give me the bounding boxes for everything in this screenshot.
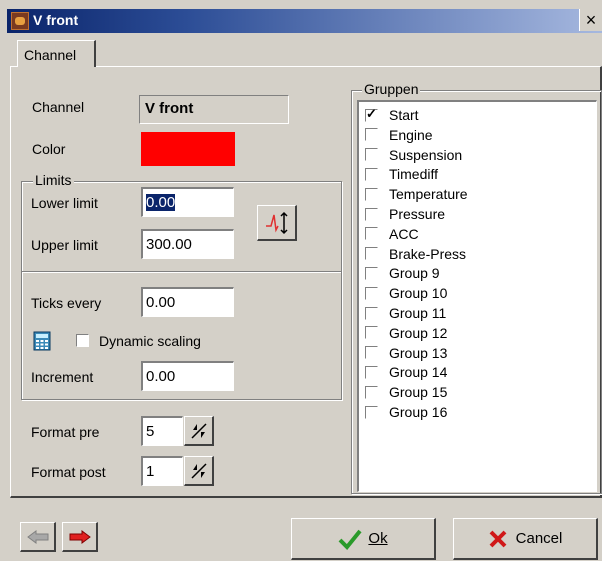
- group-list-item[interactable]: Start: [365, 105, 419, 125]
- close-button[interactable]: ×: [579, 9, 602, 31]
- group-checkbox[interactable]: [365, 326, 378, 340]
- group-label: Group 9: [389, 265, 440, 282]
- group-checkbox[interactable]: [365, 385, 378, 399]
- group-label: ACC: [389, 225, 419, 242]
- group-checkbox[interactable]: [365, 128, 378, 142]
- group-checkbox[interactable]: [365, 207, 378, 221]
- calculator-icon[interactable]: [32, 331, 52, 351]
- channel-label: Channel: [32, 99, 85, 115]
- dynamic-scaling-label: Dynamic scaling: [99, 333, 201, 349]
- stepper-icon: [190, 422, 207, 439]
- group-checkbox[interactable]: [365, 187, 378, 201]
- group-checkbox[interactable]: [365, 405, 378, 419]
- group-list-item[interactable]: Pressure: [365, 204, 445, 224]
- format-post-stepper[interactable]: [184, 456, 214, 486]
- group-label: Suspension: [389, 146, 463, 163]
- groups-title: Gruppen: [362, 81, 421, 97]
- group-label: Brake-Press: [389, 245, 467, 262]
- group-label: Pressure: [389, 206, 446, 222]
- ticks-input[interactable]: 0.00: [141, 287, 234, 317]
- color-swatch[interactable]: [141, 132, 235, 166]
- group-list-item[interactable]: Group 11: [365, 303, 446, 323]
- lower-limit-input[interactable]: 0.00: [141, 187, 234, 217]
- upper-limit-input[interactable]: 300.00: [141, 229, 234, 259]
- group-list-item[interactable]: Group 13: [365, 343, 447, 363]
- checkmark-icon: [338, 529, 362, 550]
- title-bar: V front ×: [7, 9, 602, 33]
- lower-limit-label: Lower limit: [31, 195, 98, 211]
- group-checkbox[interactable]: [365, 346, 378, 360]
- group-checkbox[interactable]: [365, 306, 378, 320]
- group-list-item[interactable]: Engine: [365, 125, 433, 145]
- group-list-item[interactable]: Group 15: [365, 382, 447, 402]
- channel-name-field: V front: [139, 95, 289, 124]
- group-label: Group 13: [389, 344, 448, 361]
- scale-icon: [265, 211, 288, 234]
- group-label: Group 10: [389, 285, 448, 302]
- group-checkbox[interactable]: [365, 148, 378, 162]
- group-label: Group 11: [389, 305, 447, 321]
- format-post-label: Format post: [31, 464, 106, 480]
- group-label: Group 15: [389, 384, 448, 401]
- group-list-item[interactable]: Brake-Press: [365, 244, 466, 264]
- limits-title: Limits: [33, 172, 74, 188]
- window-title: V front: [33, 12, 79, 28]
- group-label: Group 16: [389, 404, 448, 420]
- tab-channel[interactable]: Channel: [17, 40, 96, 67]
- groups-list[interactable]: Start Engine Suspension Timediff Temperature…: [357, 100, 597, 492]
- increment-input[interactable]: 0.00: [141, 361, 234, 391]
- group-checkbox[interactable]: [365, 247, 378, 261]
- group-checkbox[interactable]: [365, 167, 378, 181]
- group-label: Start: [389, 107, 419, 123]
- group-label: Group 14: [389, 364, 448, 381]
- group-list-item[interactable]: Group 14: [365, 362, 447, 382]
- group-list-item[interactable]: Group 12: [365, 323, 447, 343]
- group-checkbox[interactable]: [365, 266, 378, 280]
- format-pre-label: Format pre: [31, 424, 100, 440]
- close-icon: ×: [585, 10, 597, 30]
- next-button[interactable]: [62, 522, 98, 552]
- arrow-left-icon: [26, 529, 48, 544]
- group-list-item[interactable]: Group 9: [365, 263, 440, 283]
- color-label: Color: [32, 141, 66, 157]
- app-icon: [11, 12, 29, 30]
- cancel-button[interactable]: Cancel: [453, 518, 598, 560]
- x-icon: [489, 530, 507, 547]
- group-checkbox[interactable]: [365, 286, 378, 300]
- cancel-label: Cancel: [515, 530, 563, 547]
- ticks-label: Ticks every: [31, 295, 102, 311]
- group-checkbox[interactable]: [365, 365, 378, 379]
- group-checkbox[interactable]: [365, 106, 378, 122]
- group-label: Timediff: [389, 166, 439, 183]
- arrow-right-icon: [69, 529, 91, 544]
- ok-label: Ok: [368, 530, 388, 547]
- dynamic-scaling-checkbox[interactable]: [76, 334, 89, 347]
- format-post-input[interactable]: 1: [141, 456, 183, 486]
- group-label: Temperature: [389, 186, 468, 203]
- format-pre-input[interactable]: 5: [141, 416, 183, 446]
- group-list-item[interactable]: Group 16: [365, 402, 447, 422]
- format-pre-stepper[interactable]: [184, 416, 214, 446]
- ok-button[interactable]: Ok: [291, 518, 436, 560]
- auto-scale-button[interactable]: [257, 205, 297, 241]
- group-checkbox[interactable]: [365, 227, 378, 241]
- upper-limit-label: Upper limit: [31, 237, 98, 253]
- limits-divider: [22, 271, 341, 273]
- increment-label: Increment: [31, 369, 94, 385]
- group-label: Group 12: [389, 324, 448, 341]
- group-list-item[interactable]: Temperature: [365, 184, 468, 204]
- group-list-item[interactable]: Suspension: [365, 145, 462, 165]
- group-list-item[interactable]: ACC: [365, 224, 419, 244]
- prev-button[interactable]: [20, 522, 56, 552]
- group-list-item[interactable]: Group 10: [365, 283, 447, 303]
- stepper-icon: [190, 462, 207, 479]
- group-list-item[interactable]: Timediff: [365, 164, 438, 184]
- group-label: Engine: [389, 126, 433, 143]
